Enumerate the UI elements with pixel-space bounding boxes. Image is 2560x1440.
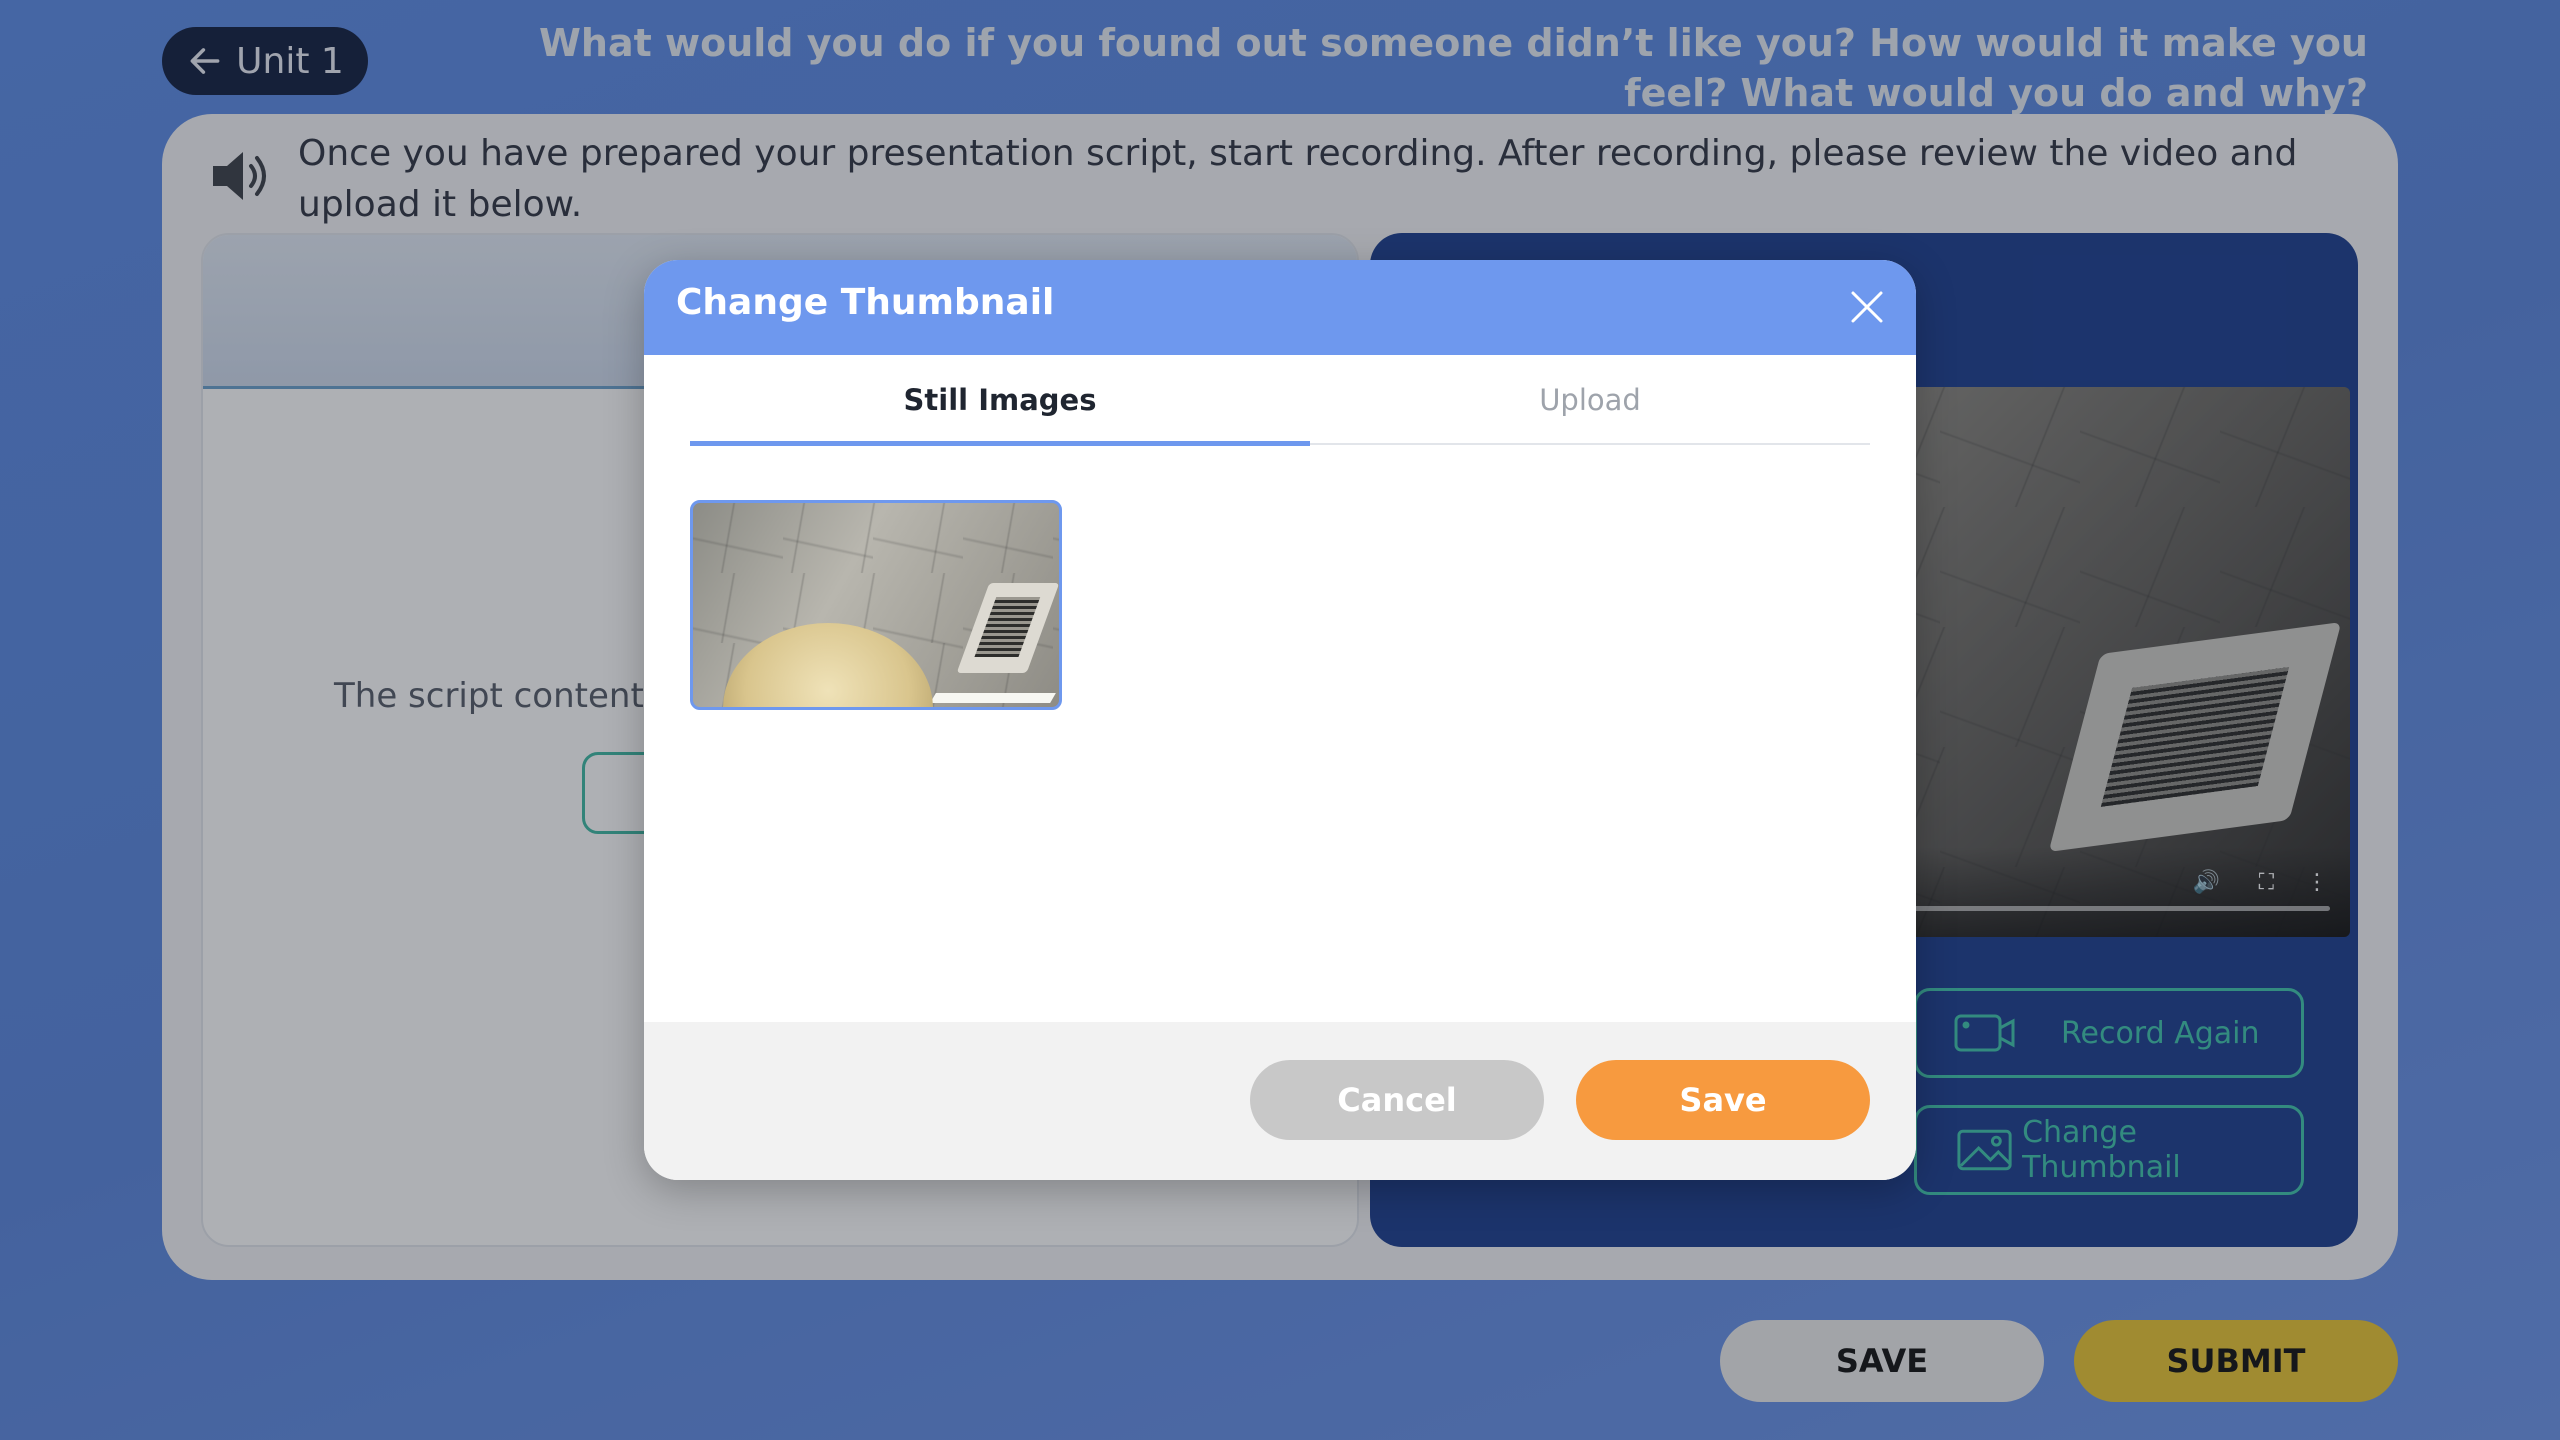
modal-footer: Cancel Save <box>644 1022 1916 1180</box>
modal-header: Change Thumbnail <box>644 260 1916 355</box>
active-tab-indicator <box>690 441 1310 446</box>
tab-still-images[interactable]: Still Images <box>690 355 1310 445</box>
thumbnail-light <box>930 693 1056 703</box>
cancel-button[interactable]: Cancel <box>1250 1060 1544 1140</box>
change-thumbnail-modal: Change Thumbnail Still Images Upload Can… <box>644 260 1916 1180</box>
tab-upload[interactable]: Upload <box>1310 355 1870 445</box>
still-image-option[interactable] <box>690 500 1062 710</box>
modal-tabs: Still Images Upload <box>690 355 1870 446</box>
modal-save-button[interactable]: Save <box>1576 1060 1870 1140</box>
close-icon[interactable] <box>1840 280 1894 334</box>
modal-title: Change Thumbnail <box>676 282 1055 323</box>
